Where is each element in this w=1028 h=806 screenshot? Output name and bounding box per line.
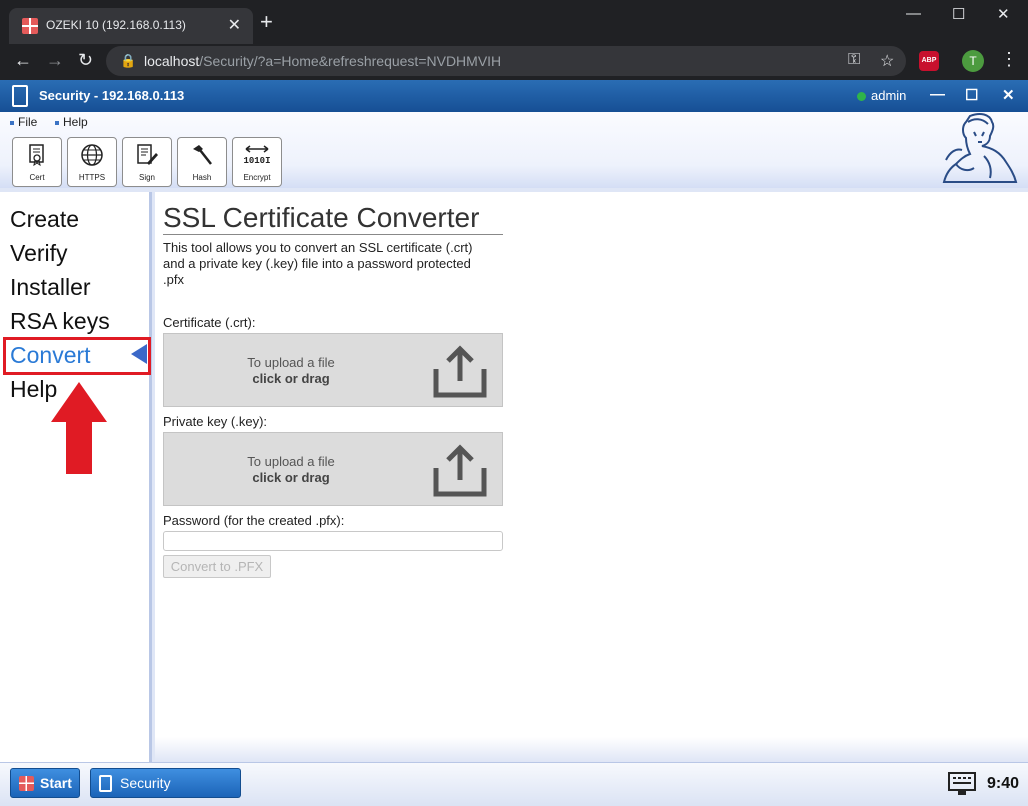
app-close-icon[interactable]: ✕ bbox=[1002, 86, 1015, 104]
start-label: Start bbox=[40, 775, 72, 791]
maximize-window-icon[interactable]: ☐ bbox=[952, 5, 965, 23]
taskbar-security-label: Security bbox=[120, 775, 171, 791]
certificate-icon bbox=[29, 144, 44, 167]
certificate-upload-area[interactable]: To upload a file click or drag bbox=[163, 333, 503, 407]
private-key-upload-text: To upload a file click or drag bbox=[164, 454, 418, 486]
address-bar[interactable]: 🔒 localhost/Security/?a=Home&refreshrequ… bbox=[106, 46, 906, 76]
upload-icon bbox=[433, 345, 487, 398]
url-text[interactable]: localhost/Security/?a=Home&refreshreques… bbox=[144, 53, 501, 69]
minimize-window-icon[interactable]: — bbox=[906, 5, 921, 22]
reload-icon[interactable]: ↻ bbox=[78, 50, 93, 70]
browser-menu-icon[interactable]: ⋮ bbox=[1000, 49, 1018, 70]
hash-button[interactable]: Hash bbox=[177, 137, 227, 187]
upload-action: click or drag bbox=[252, 371, 330, 386]
start-button[interactable]: Start bbox=[10, 768, 80, 798]
menu-file[interactable]: File bbox=[10, 115, 37, 129]
ozeki-statue-logo bbox=[942, 113, 1018, 183]
content-bottom-fade bbox=[155, 737, 1028, 762]
red-pointer-arrow-icon bbox=[51, 382, 107, 474]
close-window-icon[interactable]: ✕ bbox=[997, 5, 1010, 23]
browser-tab[interactable]: OZEKI 10 (192.168.0.113) ✕ bbox=[9, 8, 253, 44]
globe-icon bbox=[81, 144, 103, 166]
sidebar-item-verify[interactable]: Verify bbox=[10, 240, 68, 267]
back-icon[interactable]: ← bbox=[14, 50, 32, 70]
sign-button[interactable]: Sign bbox=[122, 137, 172, 187]
private-key-upload-area[interactable]: To upload a file click or drag bbox=[163, 432, 503, 506]
lock-icon: 🔒 bbox=[120, 53, 137, 68]
taskbar-security-button[interactable]: Security bbox=[90, 768, 241, 798]
ozeki-favicon-icon bbox=[22, 18, 38, 34]
upload-hint: To upload a file bbox=[247, 355, 335, 370]
cert-label: Cert bbox=[29, 173, 45, 182]
security-task-icon bbox=[99, 775, 112, 792]
sidebar-item-installer[interactable]: Installer bbox=[10, 274, 91, 301]
adblock-icon[interactable]: ABP bbox=[919, 51, 939, 71]
app-title: Security - 192.168.0.113 bbox=[39, 88, 185, 103]
convert-to-pfx-button[interactable]: Convert to .PFX bbox=[163, 555, 271, 578]
profile-avatar[interactable]: T bbox=[962, 50, 984, 72]
bookmark-star-icon[interactable]: ☆ bbox=[880, 51, 894, 71]
tool-description: This tool allows you to convert an SSL c… bbox=[163, 240, 473, 287]
keyboard-monitor-icon[interactable] bbox=[948, 772, 976, 796]
password-label: Password (for the created .pfx): bbox=[163, 513, 345, 528]
taskbar: Start Security 9:40 bbox=[0, 762, 1028, 806]
sign-label: Sign bbox=[138, 173, 155, 182]
encrypt-binary-glyph: 1010I bbox=[243, 156, 270, 166]
ozeki-start-icon bbox=[19, 776, 34, 791]
https-label: HTTPS bbox=[78, 173, 106, 182]
app-minimize-icon[interactable]: — bbox=[930, 86, 945, 103]
online-status-icon bbox=[857, 92, 866, 101]
browser-chrome: OZEKI 10 (192.168.0.113) ✕ + — ☐ ✕ ← → ↻… bbox=[0, 0, 1028, 80]
tab-close-icon[interactable]: ✕ bbox=[228, 15, 241, 35]
encrypt-label: Encrypt bbox=[243, 173, 271, 182]
hash-label: Hash bbox=[192, 173, 212, 182]
sign-document-icon bbox=[137, 144, 158, 165]
security-app-icon bbox=[12, 85, 28, 107]
private-key-label: Private key (.key): bbox=[163, 414, 268, 429]
cert-button[interactable]: Cert bbox=[12, 137, 62, 187]
upload-hint: To upload a file bbox=[247, 454, 335, 469]
sidebar: Create Verify Installer RSA keys Convert… bbox=[0, 192, 152, 762]
upload-icon bbox=[433, 444, 487, 497]
toolbar-panel: File Help Cert HTTPS Sign Hash 1010I Enc… bbox=[0, 112, 1028, 188]
sidebar-item-rsa-keys[interactable]: RSA keys bbox=[10, 308, 110, 335]
app-maximize-icon[interactable]: ☐ bbox=[965, 86, 978, 104]
hammer-icon bbox=[193, 145, 212, 165]
page-title: SSL Certificate Converter bbox=[163, 202, 480, 233]
menu-help[interactable]: Help bbox=[55, 115, 88, 129]
title-divider bbox=[163, 234, 503, 235]
forward-icon[interactable]: → bbox=[46, 50, 64, 70]
user-name[interactable]: admin bbox=[871, 88, 906, 103]
clock: 9:40 bbox=[987, 775, 1020, 792]
main-content: SSL Certificate Converter This tool allo… bbox=[155, 192, 1028, 762]
encrypt-arrows-icon: 1010I bbox=[243, 145, 271, 166]
password-input[interactable] bbox=[163, 531, 503, 551]
sidebar-item-create[interactable]: Create bbox=[10, 206, 79, 233]
certificate-label: Certificate (.crt): bbox=[163, 315, 256, 330]
active-item-highlight bbox=[3, 337, 151, 375]
https-button[interactable]: HTTPS bbox=[67, 137, 117, 187]
new-tab-button[interactable]: + bbox=[260, 11, 273, 33]
certificate-upload-text: To upload a file click or drag bbox=[164, 355, 418, 387]
active-indicator-icon bbox=[131, 344, 147, 364]
upload-action: click or drag bbox=[252, 470, 330, 485]
key-icon[interactable]: ⚿ bbox=[848, 51, 860, 69]
encrypt-button[interactable]: 1010I Encrypt bbox=[232, 137, 282, 187]
tab-title: OZEKI 10 (192.168.0.113) bbox=[46, 18, 186, 32]
